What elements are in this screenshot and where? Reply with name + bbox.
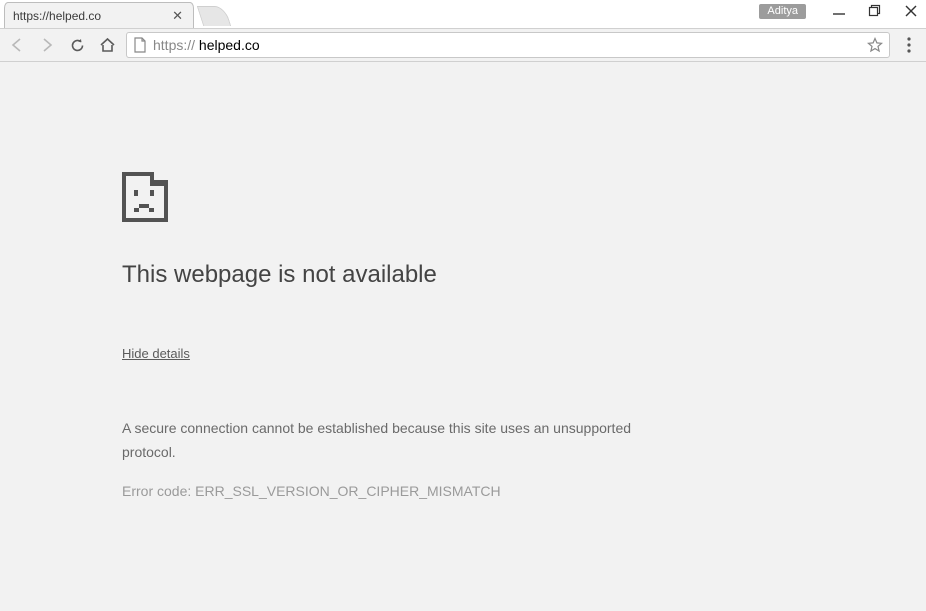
forward-icon[interactable] (36, 34, 58, 56)
error-code: ERR_SSL_VERSION_OR_CIPHER_MISMATCH (195, 483, 500, 499)
back-icon[interactable] (6, 34, 28, 56)
titlebar: https://helped.co ✕ Aditya (0, 0, 926, 28)
window-controls: Aditya (759, 2, 920, 20)
minimize-icon[interactable] (830, 2, 848, 20)
tab-title: https://helped.co (13, 9, 170, 23)
browser-tab[interactable]: https://helped.co ✕ (4, 2, 194, 28)
error-code-line: Error code: ERR_SSL_VERSION_OR_CIPHER_MI… (122, 483, 926, 499)
profile-badge[interactable]: Aditya (759, 4, 806, 19)
url-host: helped.co (195, 37, 260, 53)
browser-toolbar: https:// helped.co (0, 28, 926, 62)
close-tab-icon[interactable]: ✕ (170, 9, 185, 22)
sad-page-icon (122, 172, 926, 227)
page-content: This webpage is not available Hide detai… (0, 62, 926, 611)
home-icon[interactable] (96, 34, 118, 56)
kebab-menu-icon[interactable] (898, 34, 920, 56)
address-bar[interactable]: https:// helped.co (126, 32, 890, 58)
error-description: A secure connection cannot be establishe… (122, 417, 682, 465)
error-code-label: Error code: (122, 483, 195, 499)
reload-icon[interactable] (66, 34, 88, 56)
page-icon (133, 37, 147, 53)
new-tab-button[interactable] (197, 6, 231, 26)
url-text: https:// helped.co (153, 37, 260, 53)
bookmark-star-icon[interactable] (867, 37, 883, 53)
error-title: This webpage is not available (122, 261, 926, 289)
maximize-icon[interactable] (866, 2, 884, 20)
url-scheme: https:// (153, 37, 195, 53)
close-window-icon[interactable] (902, 2, 920, 20)
details-toggle-link[interactable]: Hide details (122, 346, 190, 361)
